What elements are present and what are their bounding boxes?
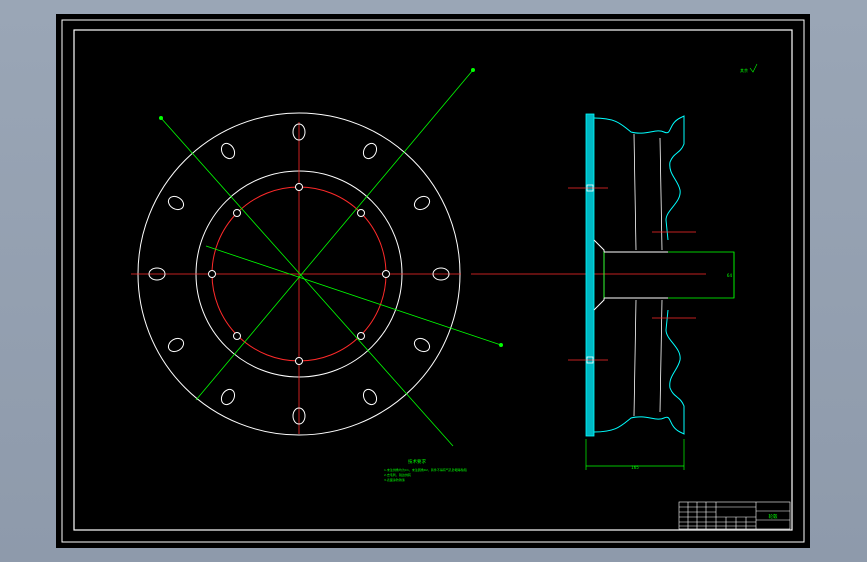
side-section-view	[568, 113, 735, 470]
construction-line-2	[195, 69, 474, 401]
title-block-part-name: 轮毂	[769, 513, 778, 520]
bolt-hole	[382, 270, 390, 278]
flange-section-hatch	[585, 113, 595, 437]
bolt-hole	[295, 357, 303, 365]
flange-hole	[413, 337, 431, 353]
drawing-canvas: 165 64 其余 技术要求 1.未注倒角均为C1，未注圆角R2，铸件不得有气孔…	[61, 19, 805, 543]
cad-viewport[interactable]: 165 64 其余 技术要求 1.未注倒角均为C1，未注圆角R2，铸件不得有气孔…	[56, 14, 810, 548]
bolt-hole	[357, 332, 365, 340]
construction-point	[159, 116, 163, 120]
roughness-note: 其余	[740, 67, 748, 73]
tech-requirement-item: 2.去毛刺，锐边倒钝	[384, 472, 411, 477]
bolt-hole	[357, 209, 365, 217]
outer-frame	[61, 19, 805, 543]
construction-line-1	[160, 117, 454, 447]
hub-shaft-outline	[603, 251, 735, 299]
bolt-hole	[233, 332, 241, 340]
flange-hole	[167, 337, 185, 353]
construction-point	[499, 343, 503, 347]
tech-requirement-item: 1.未注倒角均为C1，未注圆角R2，铸件不得有气孔砂眼等缺陷	[384, 467, 467, 472]
flange-hole	[220, 388, 236, 406]
flange-hole	[167, 195, 185, 211]
flange-hole	[220, 142, 236, 160]
inner-wall	[633, 133, 637, 417]
dim-text-width: 165	[631, 465, 639, 470]
flange-hole	[413, 195, 431, 211]
inner-wall	[659, 137, 663, 413]
dim-text-hub: 64	[727, 273, 733, 278]
rim-profile-bottom	[593, 309, 685, 435]
construction-point	[471, 68, 475, 72]
roughness-symbol	[749, 63, 758, 73]
construction-line-3	[205, 245, 502, 346]
flange-hole	[362, 142, 378, 160]
tech-requirements-title: 技术要求	[408, 458, 426, 465]
hub-cone	[593, 239, 605, 311]
tech-requirements: 技术要求 1.未注倒角均为C1，未注圆角R2，铸件不得有气孔砂眼等缺陷 2.去毛…	[384, 458, 467, 482]
rim-profile-top	[593, 115, 685, 241]
bolt-hole	[295, 183, 303, 191]
front-view	[131, 68, 706, 447]
bolt-hole	[233, 209, 241, 217]
bolt-hole	[208, 270, 216, 278]
tech-requirement-item: 3.表面涂防锈漆	[384, 477, 405, 482]
flange-hole	[362, 388, 378, 406]
